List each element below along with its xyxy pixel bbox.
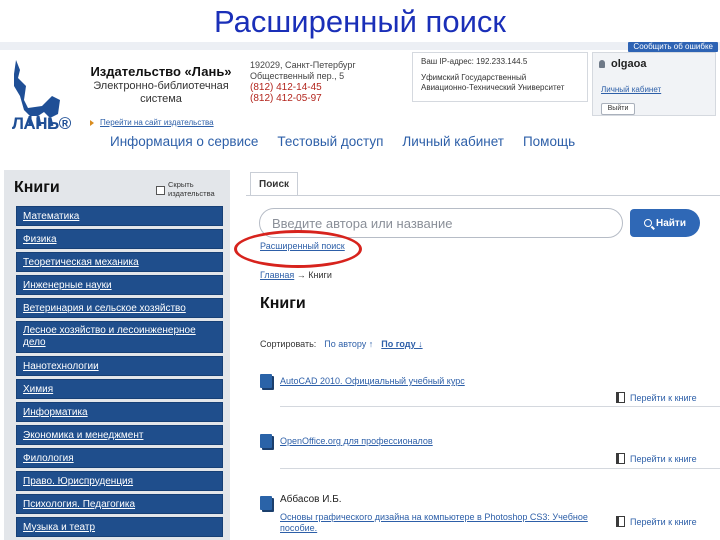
ip-info-box: Ваш IP-адрес: 192.233.144.5 Уфимский Гос… xyxy=(412,52,588,102)
browser-page: Сообщить об ошибке ЛАНЬ® Издательство «Л… xyxy=(0,42,720,540)
category-item[interactable]: Право. Юриспруденция xyxy=(16,471,223,491)
search-icon xyxy=(644,219,652,227)
search-button-label: Найти xyxy=(656,217,686,229)
category-item[interactable]: Ветеринария и сельское хозяйство xyxy=(16,298,223,318)
breadcrumb: Главная → Книги xyxy=(260,270,332,280)
phone-2: (812) 412-05-97 xyxy=(250,93,322,104)
category-item[interactable]: Инженерные науки xyxy=(16,275,223,295)
book-open-icon xyxy=(616,392,625,403)
category-item[interactable]: Физика xyxy=(16,229,223,249)
category-item[interactable]: Музыка и театр xyxy=(16,517,223,537)
page-title: Книги xyxy=(260,295,306,312)
book-row: Аббасов И.Б. Основы графического дизайна… xyxy=(260,492,720,540)
goto-book-link[interactable]: Перейти к книге xyxy=(616,516,697,527)
category-item[interactable]: Психология. Педагогика xyxy=(16,494,223,514)
book-open-icon xyxy=(616,453,625,464)
main-nav: Информация о сервисе Тестовый доступ Лич… xyxy=(110,134,575,149)
book-row: OpenOffice.org для профессионалов Перейт… xyxy=(260,432,720,492)
book-icon xyxy=(260,434,272,448)
category-item[interactable]: Филология xyxy=(16,448,223,468)
tab-search[interactable]: Поиск xyxy=(250,172,298,196)
category-list: Математика Физика Теоретическая механика… xyxy=(16,206,223,540)
goto-book-link[interactable]: Перейти к книге xyxy=(616,392,697,403)
category-item[interactable]: Нанотехнологии xyxy=(16,356,223,376)
feedback-button[interactable]: Сообщить об ошибке xyxy=(628,42,718,52)
category-item[interactable]: Экономика и менеджмент xyxy=(16,425,223,445)
sort-by-author[interactable]: По автору ↑ xyxy=(324,339,373,349)
goto-book-link[interactable]: Перейти к книге xyxy=(616,453,697,464)
tab-divider xyxy=(246,195,720,196)
username: olgaoa xyxy=(611,58,647,70)
category-item[interactable]: Информатика xyxy=(16,402,223,422)
sort-by-year[interactable]: По году ↓ xyxy=(381,339,422,349)
breadcrumb-separator: → xyxy=(296,270,306,280)
address-line-1: 192029, Санкт-Петербург xyxy=(250,60,356,70)
user-icon xyxy=(599,60,605,68)
logo-text: ЛАНЬ® xyxy=(12,114,71,133)
book-author: Аббасов И.Б. xyxy=(280,494,342,505)
book-open-icon xyxy=(616,516,625,527)
search-button[interactable]: Найти xyxy=(630,209,700,237)
book-title[interactable]: Основы графического дизайна на компьютер… xyxy=(280,512,610,534)
contacts-block: 192029, Санкт-Петербург Общественный пер… xyxy=(250,60,380,104)
book-icon xyxy=(260,374,272,388)
ip-address: Ваш IP-адрес: 192.233.144.5 xyxy=(421,57,528,66)
publisher-name: Издательство «Лань» xyxy=(90,64,232,79)
publisher-block: Издательство «Лань» Электронно-библиотеч… xyxy=(86,64,236,105)
book-row: AutoCAD 2010. Официальный учебный курс П… xyxy=(260,372,720,432)
breadcrumb-current: Книги xyxy=(308,270,332,280)
book-title[interactable]: AutoCAD 2010. Официальный учебный курс xyxy=(280,376,465,386)
book-divider xyxy=(280,406,720,407)
sidebar: Книги Скрыть издательства Математика Физ… xyxy=(4,170,230,540)
top-bar xyxy=(0,42,720,50)
address-line-2: Общественный пер., 5 xyxy=(250,71,345,81)
category-item[interactable]: Математика xyxy=(16,206,223,226)
category-item[interactable]: Теоретическая механика xyxy=(16,252,223,272)
publisher-subtitle-2: система xyxy=(140,93,182,105)
book-divider xyxy=(280,468,720,469)
breadcrumb-home[interactable]: Главная xyxy=(260,270,294,280)
book-title[interactable]: OpenOffice.org для профессионалов xyxy=(280,436,433,446)
slide-title: Расширенный поиск xyxy=(214,4,506,39)
user-box: olgaoa Личный кабинет Выйти xyxy=(592,52,716,116)
sidebar-heading: Книги xyxy=(14,179,60,196)
hide-publishers-checkbox[interactable] xyxy=(156,186,165,195)
sort-row: Сортировать: По автору ↑ По году ↓ xyxy=(260,339,423,349)
homepage-link[interactable]: Перейти на сайт издательства xyxy=(92,118,214,127)
category-item[interactable]: Лесное хозяйство и лесоинженерное дело xyxy=(16,321,223,353)
nav-item-help[interactable]: Помощь xyxy=(523,134,575,149)
nav-item-test-access[interactable]: Тестовый доступ xyxy=(277,134,383,149)
highlight-ellipse xyxy=(234,230,362,268)
phone-1: (812) 412-14-45 xyxy=(250,82,322,93)
org-name-2: Авиационно-Технический Университет xyxy=(421,83,565,92)
nav-item-info[interactable]: Информация о сервисе xyxy=(110,134,258,149)
exit-button[interactable]: Выйти xyxy=(601,103,635,115)
sort-label: Сортировать: xyxy=(260,339,317,349)
hide-publishers-label: Скрыть издательства xyxy=(168,180,215,198)
cabinet-link[interactable]: Личный кабинет xyxy=(601,85,661,94)
book-icon xyxy=(260,496,272,510)
publisher-subtitle-1: Электронно-библиотечная xyxy=(93,80,229,92)
org-name-1: Уфимский Государственный xyxy=(421,73,527,82)
category-item[interactable]: Химия xyxy=(16,379,223,399)
nav-item-cabinet[interactable]: Личный кабинет xyxy=(402,134,504,149)
